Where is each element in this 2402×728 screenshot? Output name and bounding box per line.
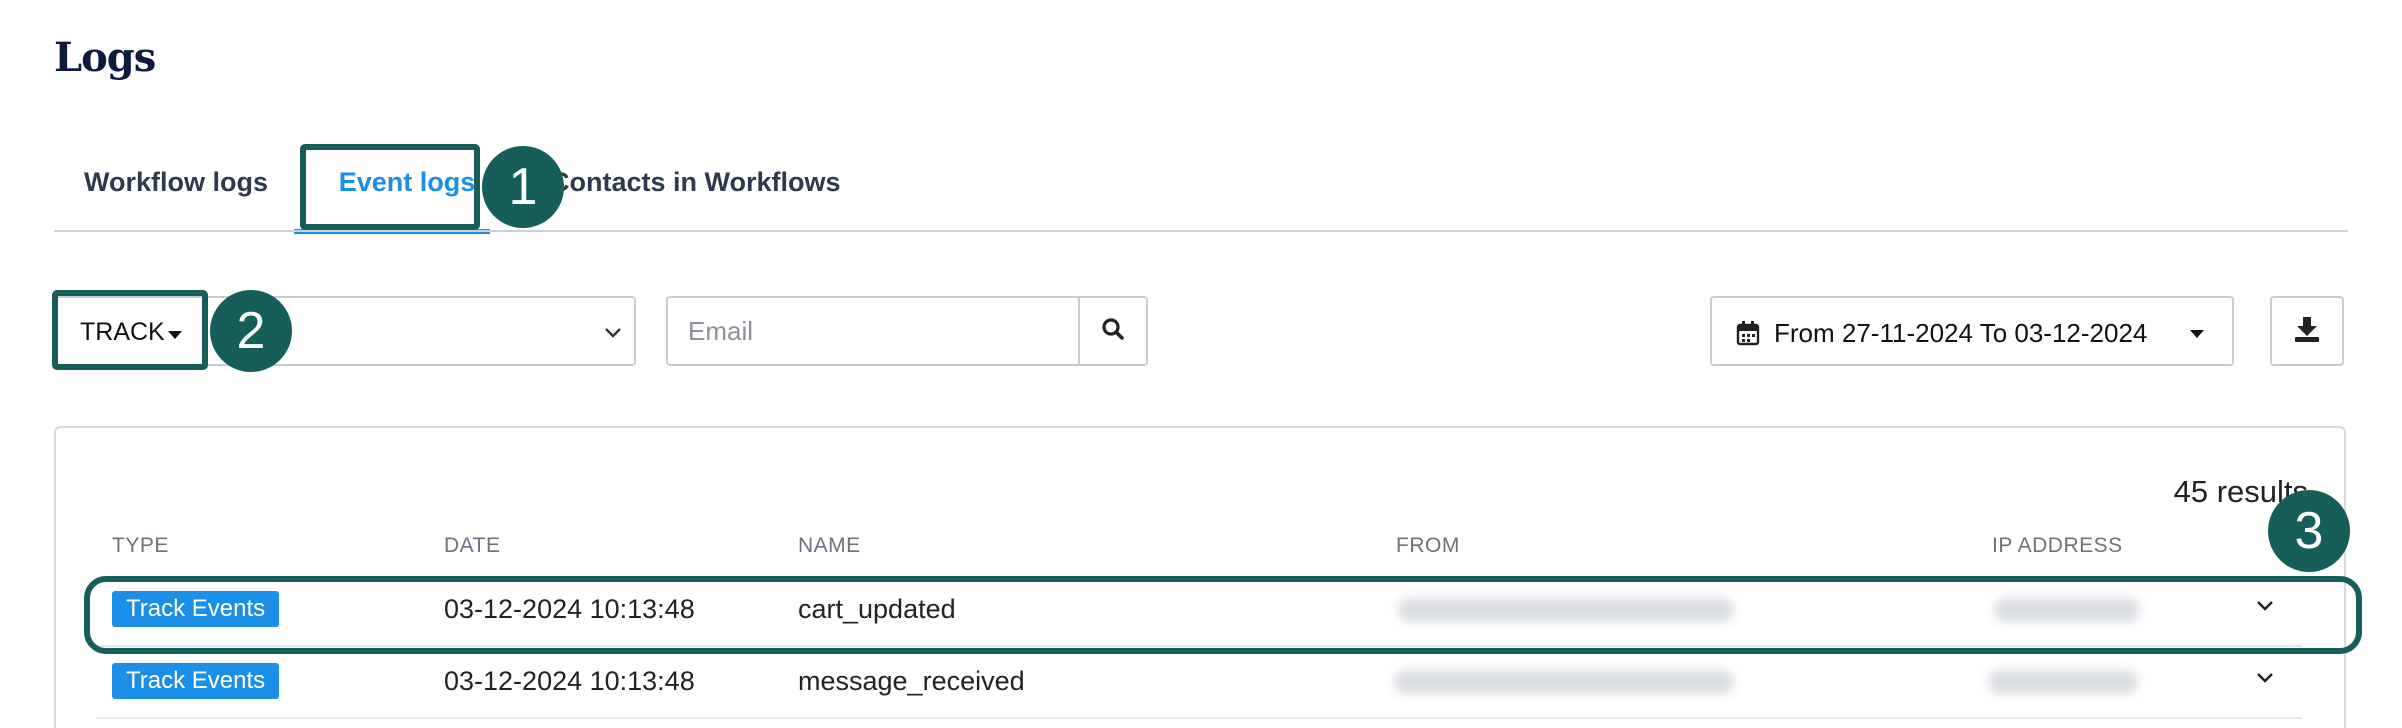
chevron-down-icon[interactable]	[2256, 666, 2274, 689]
row-date: 03-12-2024 10:13:48	[444, 666, 695, 696]
logs-page: Logs Workflow logs Event logs Contacts i…	[0, 0, 2402, 728]
row-name: message_received	[798, 666, 1025, 696]
type-badge: Track Events	[112, 663, 280, 699]
chevron-down-icon	[604, 318, 622, 346]
column-header-name: NAME	[798, 534, 861, 557]
column-header-date: DATE	[444, 534, 501, 557]
table-row[interactable]: Track Events 03-12-2024 10:13:48 cart_up…	[96, 574, 2302, 644]
caret-down-icon	[2190, 330, 2204, 338]
date-range-picker[interactable]: From 27-11-2024 To 03-12-2024	[1710, 296, 2234, 366]
event-type-select[interactable]: TRACK	[54, 296, 636, 366]
tab-bar: Workflow logs Event logs Contacts in Wor…	[54, 142, 2348, 234]
download-icon	[2293, 315, 2321, 348]
date-range-label: From 27-11-2024 To 03-12-2024	[1774, 318, 2148, 348]
tab-bar-divider	[54, 230, 2348, 232]
type-badge: Track Events	[112, 591, 280, 627]
page-title: Logs	[54, 34, 156, 81]
caret-down-icon	[168, 331, 182, 339]
results-panel: 45 results TYPE DATE NAME FROM IP ADDRES…	[54, 426, 2346, 728]
redacted-from	[1398, 598, 1734, 622]
column-header-ip-address: IP ADDRESS	[1992, 534, 2123, 557]
row-date: 03-12-2024 10:13:48	[444, 594, 695, 624]
tab-workflow-logs[interactable]: Workflow logs	[84, 142, 268, 230]
tab-contacts-in-workflows[interactable]: Contacts in Workflows	[550, 142, 841, 230]
redacted-ip-address	[1994, 598, 2140, 622]
row-name: cart_updated	[798, 594, 956, 624]
email-search-input[interactable]	[666, 296, 1080, 366]
column-header-from: FROM	[1396, 534, 1460, 557]
search-button[interactable]	[1078, 296, 1148, 366]
row-divider	[96, 717, 2302, 719]
step-marker-3: 3	[2268, 490, 2350, 572]
chevron-down-icon[interactable]	[2256, 594, 2274, 617]
step-marker-1: 1	[482, 146, 564, 228]
tab-event-logs[interactable]: Event logs	[322, 142, 492, 230]
calendar-icon	[1736, 320, 1760, 351]
step-marker-2: 2	[210, 290, 292, 372]
column-header-type: TYPE	[112, 534, 169, 557]
redacted-from	[1394, 670, 1734, 694]
event-type-value: TRACK	[80, 318, 165, 346]
search-icon	[1101, 317, 1125, 346]
redacted-ip-address	[1988, 670, 2138, 694]
download-button[interactable]	[2270, 296, 2344, 366]
table-row[interactable]: Track Events 03-12-2024 10:13:48 message…	[96, 646, 2302, 716]
